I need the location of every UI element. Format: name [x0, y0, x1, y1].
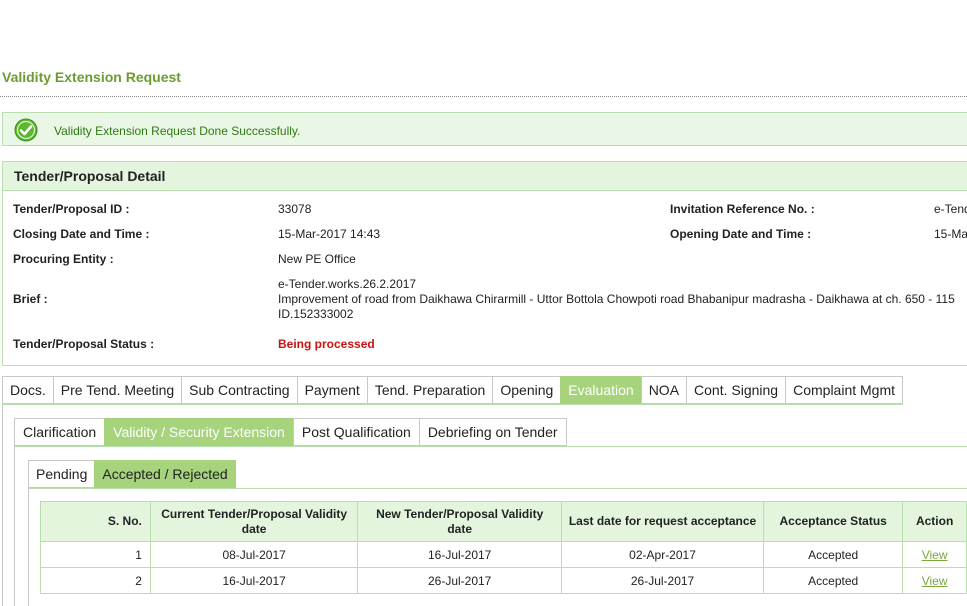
success-message-box: Validity Extension Request Done Successf…	[2, 112, 967, 146]
view-link[interactable]: View	[922, 574, 948, 588]
brief-label: Brief :	[13, 292, 48, 306]
tender-id-label: Tender/Proposal ID :	[13, 202, 130, 216]
brief-line-2: Improvement of road from Daikhawa Chirar…	[278, 292, 955, 306]
subtab-clarification[interactable]: Clarification	[14, 418, 105, 446]
cell-sno: 1	[40, 541, 151, 568]
cell-acceptance-status: Accepted	[763, 541, 904, 568]
cell-sno: 2	[40, 567, 151, 594]
subtab-post-qualification[interactable]: Post Qualification	[292, 418, 419, 446]
col-last-date: Last date for request acceptance	[560, 501, 765, 542]
subtab-debriefing-on-tender[interactable]: Debriefing on Tender	[418, 418, 567, 446]
col-sno: S. No.	[40, 501, 151, 542]
cell-current-validity: 08-Jul-2017	[149, 541, 359, 568]
page-title: Validity Extension Request	[2, 69, 181, 85]
col-acceptance-status: Acceptance Status	[763, 501, 904, 542]
tender-id-value: 33078	[278, 202, 312, 216]
tab-payment[interactable]: Payment	[296, 376, 367, 404]
statetab-pending[interactable]: Pending	[28, 460, 95, 488]
invitation-ref-label: Invitation Reference No. :	[670, 202, 815, 216]
invitation-ref-value: e-Tend	[934, 202, 967, 216]
tender-detail-header: Tender/Proposal Detail	[3, 162, 967, 191]
tab-evaluation[interactable]: Evaluation	[560, 376, 641, 404]
table-row: 2 16-Jul-2017 26-Jul-2017 26-Jul-2017 Ac…	[40, 567, 967, 594]
tender-detail-title: Tender/Proposal Detail	[14, 168, 166, 184]
main-tab-bar: Docs. Pre Tend. Meeting Sub Contracting …	[2, 376, 904, 405]
col-action: Action	[902, 501, 967, 542]
col-current-validity: Current Tender/Proposal Validity date	[149, 501, 359, 542]
tender-detail-panel: Tender/Proposal Detail Tender/Proposal I…	[2, 161, 967, 366]
tab-noa[interactable]: NOA	[640, 376, 687, 404]
check-circle-icon	[14, 118, 38, 142]
tab-sub-contracting[interactable]: Sub Contracting	[181, 376, 297, 404]
opening-date-label: Opening Date and Time :	[670, 227, 812, 241]
tender-status-label: Tender/Proposal Status :	[13, 337, 155, 351]
cell-new-validity: 16-Jul-2017	[357, 541, 562, 568]
tender-status-value: Being processed	[278, 337, 375, 351]
cell-action: View	[902, 541, 967, 568]
subtab-validity-security-extension[interactable]: Validity / Security Extension	[104, 418, 293, 446]
tab-cont-signing[interactable]: Cont. Signing	[686, 376, 786, 404]
cell-new-validity: 26-Jul-2017	[357, 567, 562, 594]
tab-tend-preparation[interactable]: Tend. Preparation	[366, 376, 493, 404]
cell-last-date: 26-Jul-2017	[560, 567, 765, 594]
col-new-validity: New Tender/Proposal Validity date	[357, 501, 562, 542]
extension-requests-table: S. No. Current Tender/Proposal Validity …	[40, 501, 967, 594]
tab-complaint-mgmt[interactable]: Complaint Mgmt	[785, 376, 904, 404]
success-message: Validity Extension Request Done Successf…	[54, 124, 301, 138]
page: Validity Extension Request Validity Exte…	[0, 0, 967, 606]
table-row: 1 08-Jul-2017 16-Jul-2017 02-Apr-2017 Ac…	[40, 541, 967, 568]
view-link[interactable]: View	[922, 548, 948, 562]
procuring-entity-value: New PE Office	[278, 252, 356, 266]
closing-date-value: 15-Mar-2017 14:43	[278, 227, 381, 241]
cell-current-validity: 16-Jul-2017	[149, 567, 359, 594]
statetab-accepted-rejected[interactable]: Accepted / Rejected	[94, 460, 236, 488]
opening-date-value: 15-Ma	[934, 227, 967, 241]
title-divider	[0, 96, 967, 97]
tab-opening[interactable]: Opening	[492, 376, 561, 404]
state-tab-bar: Pending Accepted / Rejected	[28, 460, 236, 488]
cell-acceptance-status: Accepted	[763, 567, 904, 594]
sub-tab-bar: Clarification Validity / Security Extens…	[14, 418, 567, 446]
closing-date-label: Closing Date and Time :	[13, 227, 150, 241]
tab-docs[interactable]: Docs.	[2, 376, 53, 404]
table-header-row: S. No. Current Tender/Proposal Validity …	[40, 501, 967, 542]
cell-last-date: 02-Apr-2017	[560, 541, 765, 568]
brief-line-1: e-Tender.works.26.2.2017	[278, 277, 417, 291]
tab-pre-tend-meeting[interactable]: Pre Tend. Meeting	[52, 376, 182, 404]
brief-line-3: ID.152333002	[278, 307, 354, 321]
cell-action: View	[902, 567, 967, 594]
procuring-entity-label: Procuring Entity :	[13, 252, 114, 266]
